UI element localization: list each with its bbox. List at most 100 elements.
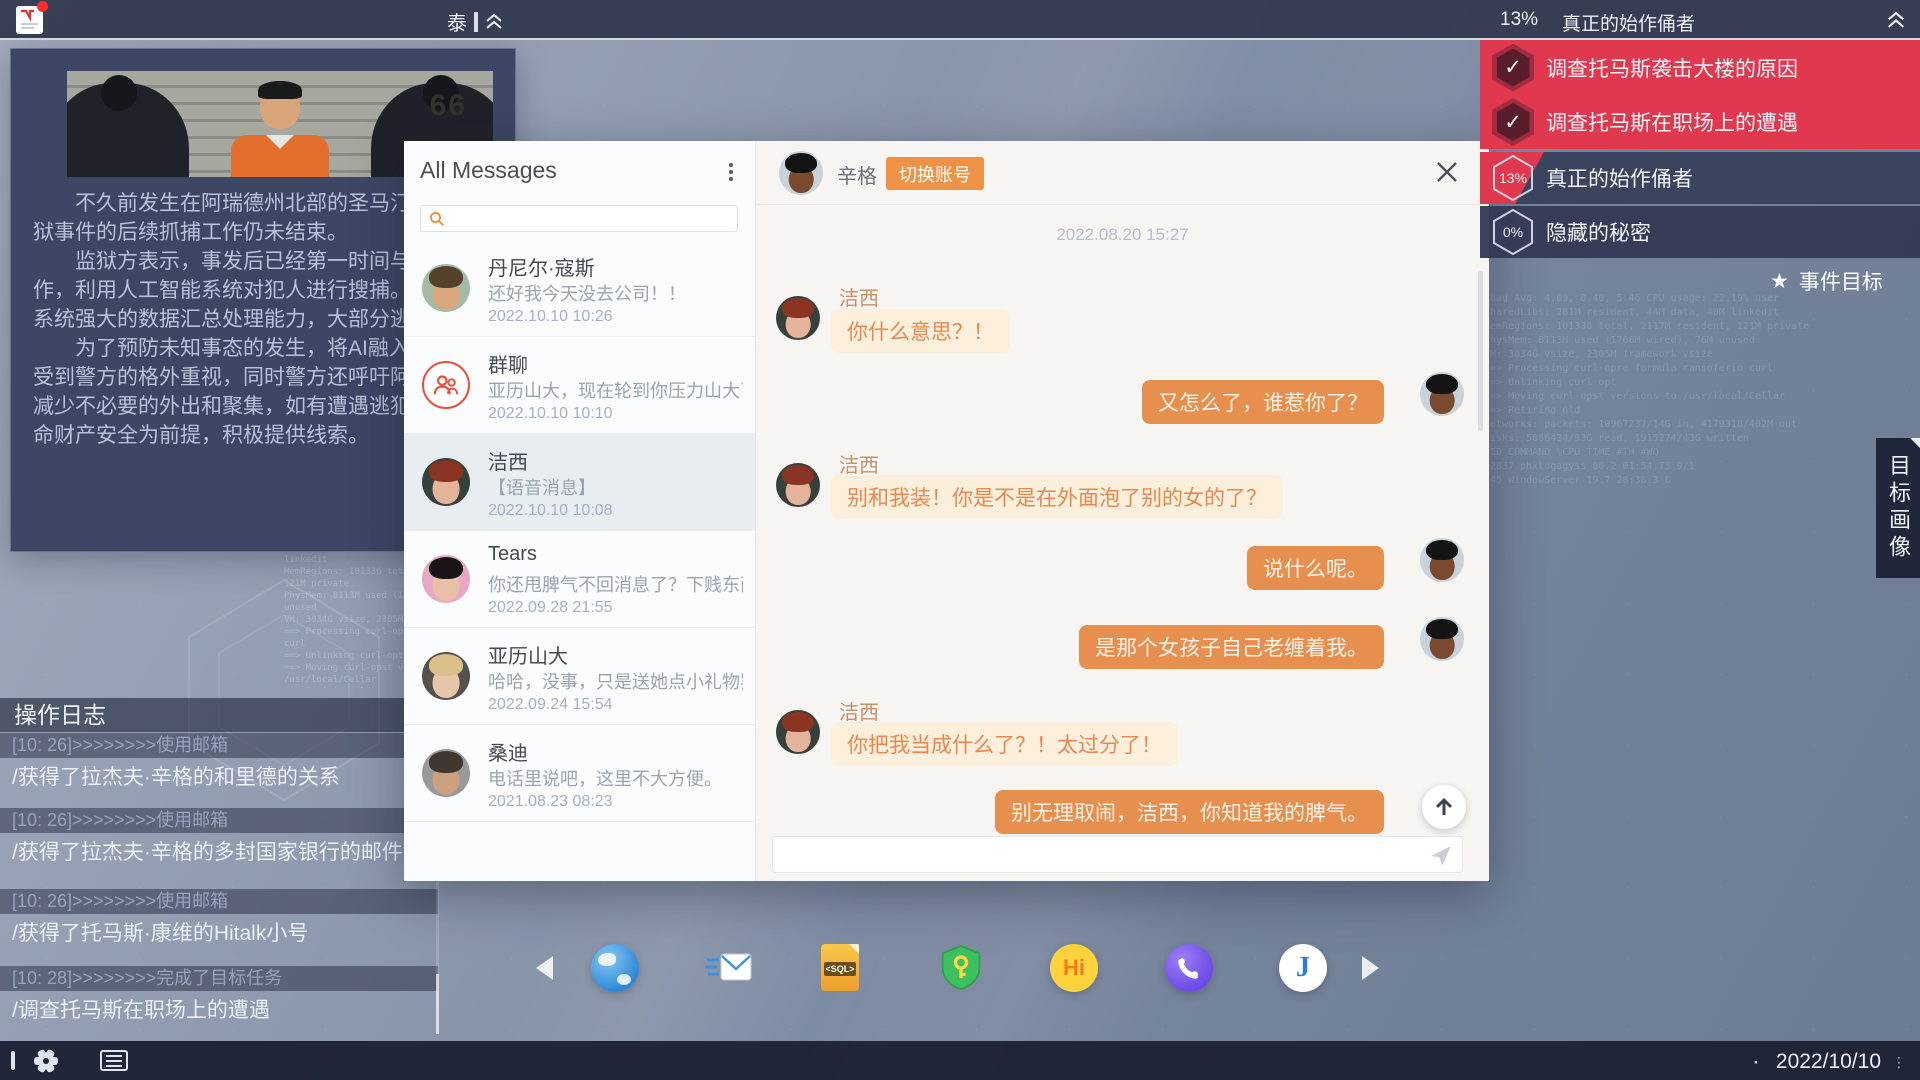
contact-time: 2022.09.28 21:55 (488, 599, 613, 617)
bottom-system-bar: · 2022/10/10 ⋮ (0, 1041, 1920, 1080)
news-app-icon[interactable] (16, 6, 43, 34)
wall-number: 66 (430, 89, 467, 123)
log-scrollbar-thumb[interactable] (436, 974, 439, 1034)
contact-time: 2022.10.10 10:10 (488, 405, 613, 423)
news-title-text: 泰 (447, 7, 467, 36)
task-progress-hexagon: 13% (1480, 155, 1546, 201)
log-timestamp: [10: 26]>>>>>>>>使用邮箱 (0, 808, 438, 833)
game-desktop: Load Avg: 4.09, 8.40, 5.46 CPU usage: 22… (0, 0, 1920, 1080)
contact-preview: 你还甩脾气不回消息了？下贱东西。 (488, 571, 743, 597)
task-item[interactable]: 0% 隐藏的秘密 (1480, 206, 1920, 258)
event-goals-button[interactable]: ★ 事件目标 (1770, 266, 1883, 296)
sql-file-icon[interactable]: <SQL> (821, 944, 859, 991)
avatar (1420, 617, 1464, 661)
contact-row-alexander[interactable]: 亚历山大 哈哈，没事，只是送她点小礼物罢... 2022.09.24 15:54 (404, 628, 755, 725)
contact-row-sandy[interactable]: 桑迪 电话里说吧，这里不大方便。 2021.08.23 08:23 (404, 725, 755, 822)
contact-list-panel: All Messages 丹尼尔·寇斯 还好我今天没去公司！！ 2022.10.… (404, 141, 755, 881)
chat-panel: 辛格 切换账号 2022.08.20 15:27 洁西 你什么意思？！ 又怎么了… (755, 141, 1489, 881)
mail-icon[interactable] (705, 948, 753, 988)
contact-row-jessie-active[interactable]: 洁西 【语音消息】 2022.10.10 10:08 (404, 434, 755, 531)
contact-row-tears[interactable]: Tears 你还甩脾气不回消息了？下贱东西。 2022.09.28 21:55 (404, 531, 755, 628)
task-check-hexagon: ✓ (1480, 98, 1546, 146)
date-value: 2022/10/10 (1776, 1050, 1881, 1074)
date-separator-dot: · (1752, 1048, 1760, 1076)
search-input[interactable] (445, 210, 737, 227)
account-avatar (779, 151, 823, 195)
contact-name: 亚历山大 (488, 640, 568, 669)
log-text: /获得了拉杰夫·辛格的多封国家银行的邮件 (0, 836, 438, 866)
search-icon (429, 211, 445, 227)
task-label: 调查托马斯在职场上的遭遇 (1546, 107, 1798, 137)
police-officer-silhouette (67, 83, 189, 177)
jittalk-app-icon[interactable]: J (1279, 944, 1327, 992)
tasks-collapse-chevrons-icon[interactable] (1886, 11, 1906, 34)
contact-name: 洁西 (488, 446, 528, 475)
avatar (422, 555, 470, 603)
avatar (776, 296, 820, 340)
contact-preview: 哈哈，没事，只是送她点小礼物罢... (488, 668, 743, 694)
case-title: 真正的始作俑者 (1562, 9, 1695, 36)
task-item-done[interactable]: ✓ 调查托马斯在职场上的遭遇 (1480, 95, 1920, 149)
gear-icon[interactable] (34, 1049, 58, 1073)
log-timestamp: [10: 28]>>>>>>>>完成了目标任务 (0, 966, 438, 991)
contact-name: Tears (488, 543, 537, 566)
contact-time: 2022.10.10 10:08 (488, 502, 613, 520)
message-input-box (772, 836, 1463, 873)
log-timestamp: [10: 26]>>>>>>>>使用邮箱 (0, 889, 438, 914)
avatar (776, 463, 820, 507)
contact-row-daniel[interactable]: 丹尼尔·寇斯 还好我今天没去公司！！ 2022.10.10 10:26 (404, 240, 755, 337)
contact-preview: 【语音消息】 (488, 474, 596, 500)
chat-bubble-outgoing: 是那个女孩子自己老缠着我。 (1079, 625, 1384, 669)
dock-back-arrow-icon[interactable] (536, 956, 553, 980)
scroll-up-button[interactable] (1422, 785, 1466, 829)
task-list-icon[interactable] (100, 1050, 128, 1071)
event-goals-label: 事件目标 (1799, 266, 1883, 296)
top-bar: 泰 13% 真正的始作俑者 (0, 0, 1920, 40)
news-window-title[interactable]: 泰 (447, 7, 503, 36)
contact-name: 群聊 (488, 349, 528, 378)
prisoner-head (260, 83, 300, 129)
message-input[interactable] (773, 837, 1462, 872)
background-console-text: Load Avg: 4.09, 8.40, 5.46 CPU usage: 22… (1484, 292, 1884, 742)
security-shield-icon[interactable] (939, 944, 983, 992)
log-text: /获得了托马斯·康维的Hitalk小号 (0, 917, 438, 947)
dock-forward-arrow-icon[interactable] (1362, 956, 1379, 980)
task-item-current[interactable]: 13% 真正的始作俑者 (1480, 152, 1920, 204)
contact-preview: 还好我今天没去公司！！ (488, 280, 686, 306)
news-paper-icon (16, 6, 43, 34)
browser-globe-icon[interactable] (591, 944, 639, 992)
send-icon[interactable] (1430, 845, 1452, 867)
log-text: /获得了拉杰夫·辛格的和里德的关系 (0, 761, 438, 791)
hitalk-app-icon[interactable]: Hi (1050, 944, 1098, 992)
chat-bubble-incoming: 你什么意思？！ (831, 309, 1010, 353)
collapse-chevrons-icon[interactable] (485, 13, 503, 30)
close-icon[interactable] (1433, 159, 1461, 187)
kebab-menu-icon[interactable] (723, 163, 739, 185)
sql-label: <SQL> (824, 962, 856, 976)
avatar (1420, 538, 1464, 582)
task-label: 调查托马斯袭击大楼的原因 (1546, 53, 1798, 83)
system-date: · 2022/10/10 (1752, 1048, 1881, 1076)
switch-account-button[interactable]: 切换账号 (886, 157, 984, 190)
avatar (422, 458, 470, 506)
power-indicator-icon[interactable] (11, 1051, 15, 1070)
search-box (420, 205, 738, 232)
target-portrait-label: 目标画像 (1882, 454, 1914, 562)
target-portrait-tab[interactable]: 目标画像 (1876, 438, 1920, 578)
prisoner-figure (231, 135, 329, 177)
log-entry: [10: 28]>>>>>>>>完成了目标任务 /调查托马斯在职场上的遭遇 (0, 966, 438, 1024)
avatar (1420, 372, 1464, 416)
log-timestamp: [10: 26]>>>>>>>>使用邮箱 (0, 733, 438, 758)
clipped-glyph (474, 12, 478, 32)
chat-scrollbar-thumb[interactable] (1478, 271, 1483, 431)
task-item-done[interactable]: ✓ 调查托马斯袭击大楼的原因 (1480, 40, 1920, 95)
jittalk-label: J (1296, 952, 1310, 984)
task-progress-value: 13% (1499, 170, 1527, 186)
log-entry: [10: 26]>>>>>>>>使用邮箱 /获得了托马斯·康维的Hitalk小号 (0, 889, 438, 947)
phone-app-icon[interactable] (1165, 944, 1213, 992)
chat-header: 辛格 切换账号 (756, 141, 1489, 205)
chat-bubble-outgoing: 又怎么了，谁惹你了？ (1142, 380, 1384, 424)
contact-time: 2021.08.23 08:23 (488, 793, 613, 811)
contact-row-groupchat[interactable]: 群聊 亚历山大，现在轮到你压力山大了... 2022.10.10 10:10 (404, 337, 755, 434)
messenger-window: All Messages 丹尼尔·寇斯 还好我今天没去公司！！ 2022.10.… (404, 141, 1489, 881)
